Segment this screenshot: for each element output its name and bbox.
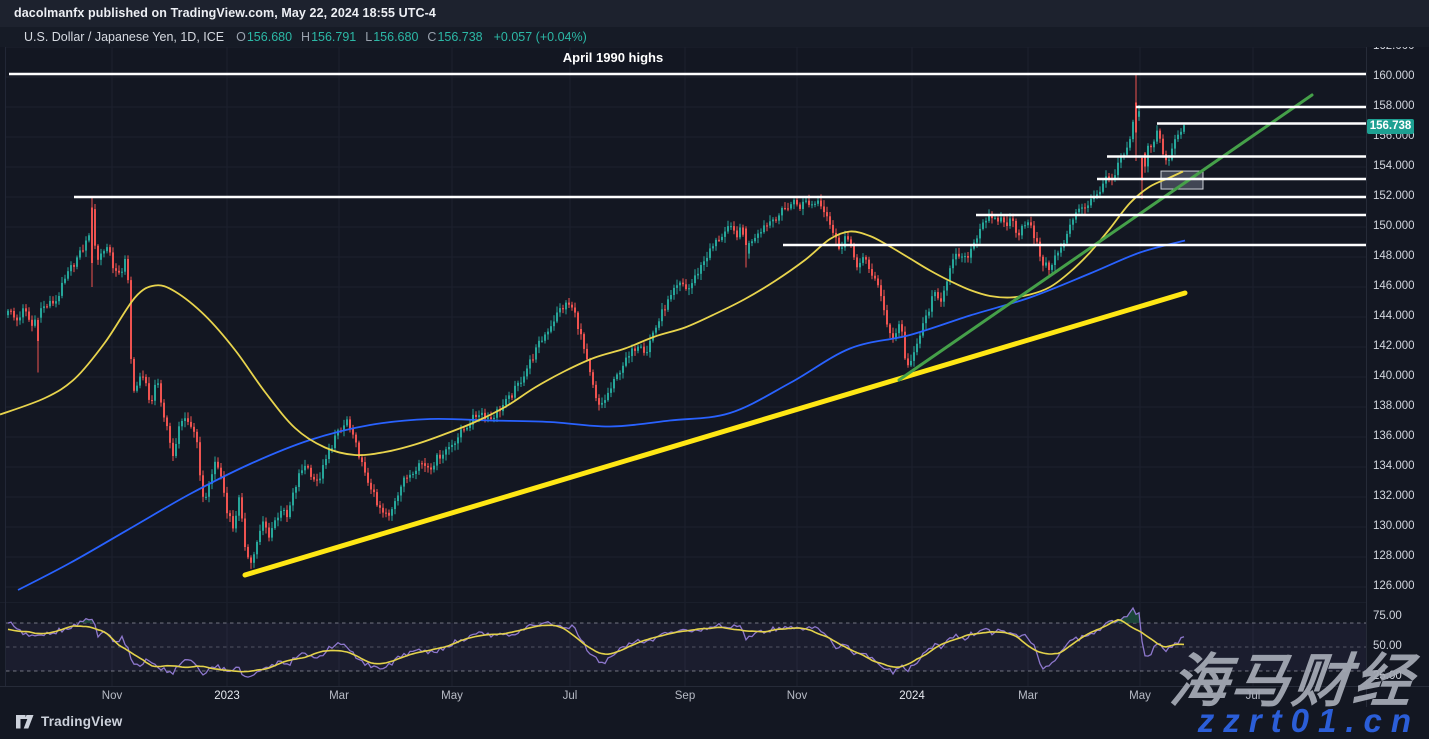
price-tick-label: 126.000 (1373, 580, 1415, 592)
tradingview-logo-icon (16, 715, 34, 729)
symbol-title: U.S. Dollar / Japanese Yen, 1D, ICE (24, 30, 224, 44)
chart-legend[interactable]: U.S. Dollar / Japanese Yen, 1D, ICE O 15… (0, 27, 1429, 47)
close-label: C (427, 30, 436, 44)
tradingview-published-chart: dacolmanfx published on TradingView.com,… (0, 0, 1429, 739)
price-tick-label: 158.000 (1373, 100, 1415, 112)
annotation-april-1990-highs: April 1990 highs (563, 50, 663, 65)
time-tick-label: Nov (787, 690, 807, 702)
price-tick-label: 138.000 (1373, 400, 1415, 412)
open-label: O (236, 30, 246, 44)
price-tick-label: 136.000 (1373, 430, 1415, 442)
watermark-url: zzrt01.cn (1198, 702, 1420, 739)
time-tick-label: Mar (329, 690, 349, 702)
tradingview-logo[interactable]: TradingView (16, 714, 122, 729)
price-tick-label: 128.000 (1373, 550, 1415, 562)
price-tick-label: 148.000 (1373, 250, 1415, 262)
price-tick-label: 132.000 (1373, 490, 1415, 502)
chart-canvas[interactable] (0, 0, 1429, 739)
price-tick-label: 142.000 (1373, 340, 1415, 352)
time-tick-label: Mar (1018, 690, 1038, 702)
high-label: H (301, 30, 310, 44)
price-tick-label: 152.000 (1373, 190, 1415, 202)
close-value: 156.738 (437, 30, 482, 44)
tradingview-logo-text: TradingView (41, 714, 122, 729)
change-value: +0.057 (+0.04%) (494, 30, 587, 44)
price-tick-label: 130.000 (1373, 520, 1415, 532)
high-value: 156.791 (311, 30, 356, 44)
time-tick-label: May (1129, 690, 1151, 702)
price-tick-label: 144.000 (1373, 310, 1415, 322)
last-price-badge: 156.738 (1367, 119, 1414, 134)
publish-info-text: dacolmanfx published on TradingView.com,… (14, 0, 436, 27)
price-tick-label: 134.000 (1373, 460, 1415, 472)
price-tick-label: 140.000 (1373, 370, 1415, 382)
low-value: 156.680 (373, 30, 418, 44)
rsi-tick-label: 75.00 (1373, 610, 1402, 622)
price-tick-label: 146.000 (1373, 280, 1415, 292)
time-tick-label: Jul (563, 690, 578, 702)
time-tick-label: Sep (675, 690, 695, 702)
publish-info-bar: dacolmanfx published on TradingView.com,… (0, 0, 1429, 27)
time-tick-label: 2024 (899, 690, 925, 702)
time-tick-label: 2023 (214, 690, 240, 702)
low-label: L (365, 30, 372, 44)
price-tick-label: 160.000 (1373, 70, 1415, 82)
time-tick-label: May (441, 690, 463, 702)
price-tick-label: 150.000 (1373, 220, 1415, 232)
price-tick-label: 154.000 (1373, 160, 1415, 172)
open-value: 156.680 (247, 30, 292, 44)
time-tick-label: Nov (102, 690, 122, 702)
